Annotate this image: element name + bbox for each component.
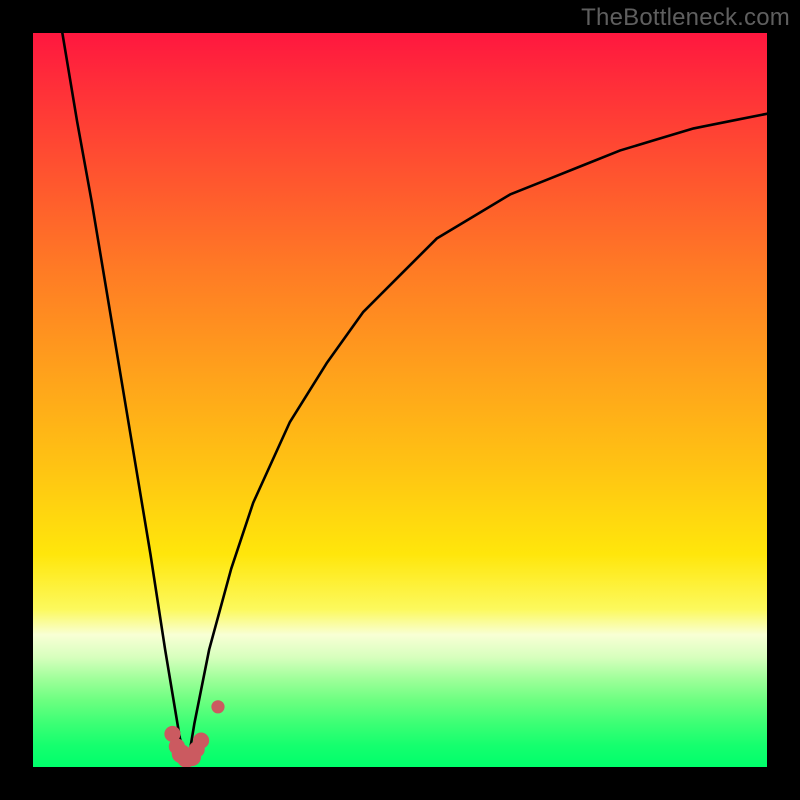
curve-left-branch (62, 33, 187, 767)
curve-right-branch (187, 114, 767, 767)
watermark-text: TheBottleneck.com (581, 4, 790, 32)
optimum-markers (164, 700, 224, 767)
bottleneck-curve (62, 33, 767, 767)
marker-dot (193, 733, 209, 749)
curve-layer (33, 33, 767, 767)
chart-frame: TheBottleneck.com (0, 0, 800, 800)
plot-area (33, 33, 767, 767)
marker-dot (211, 700, 224, 713)
